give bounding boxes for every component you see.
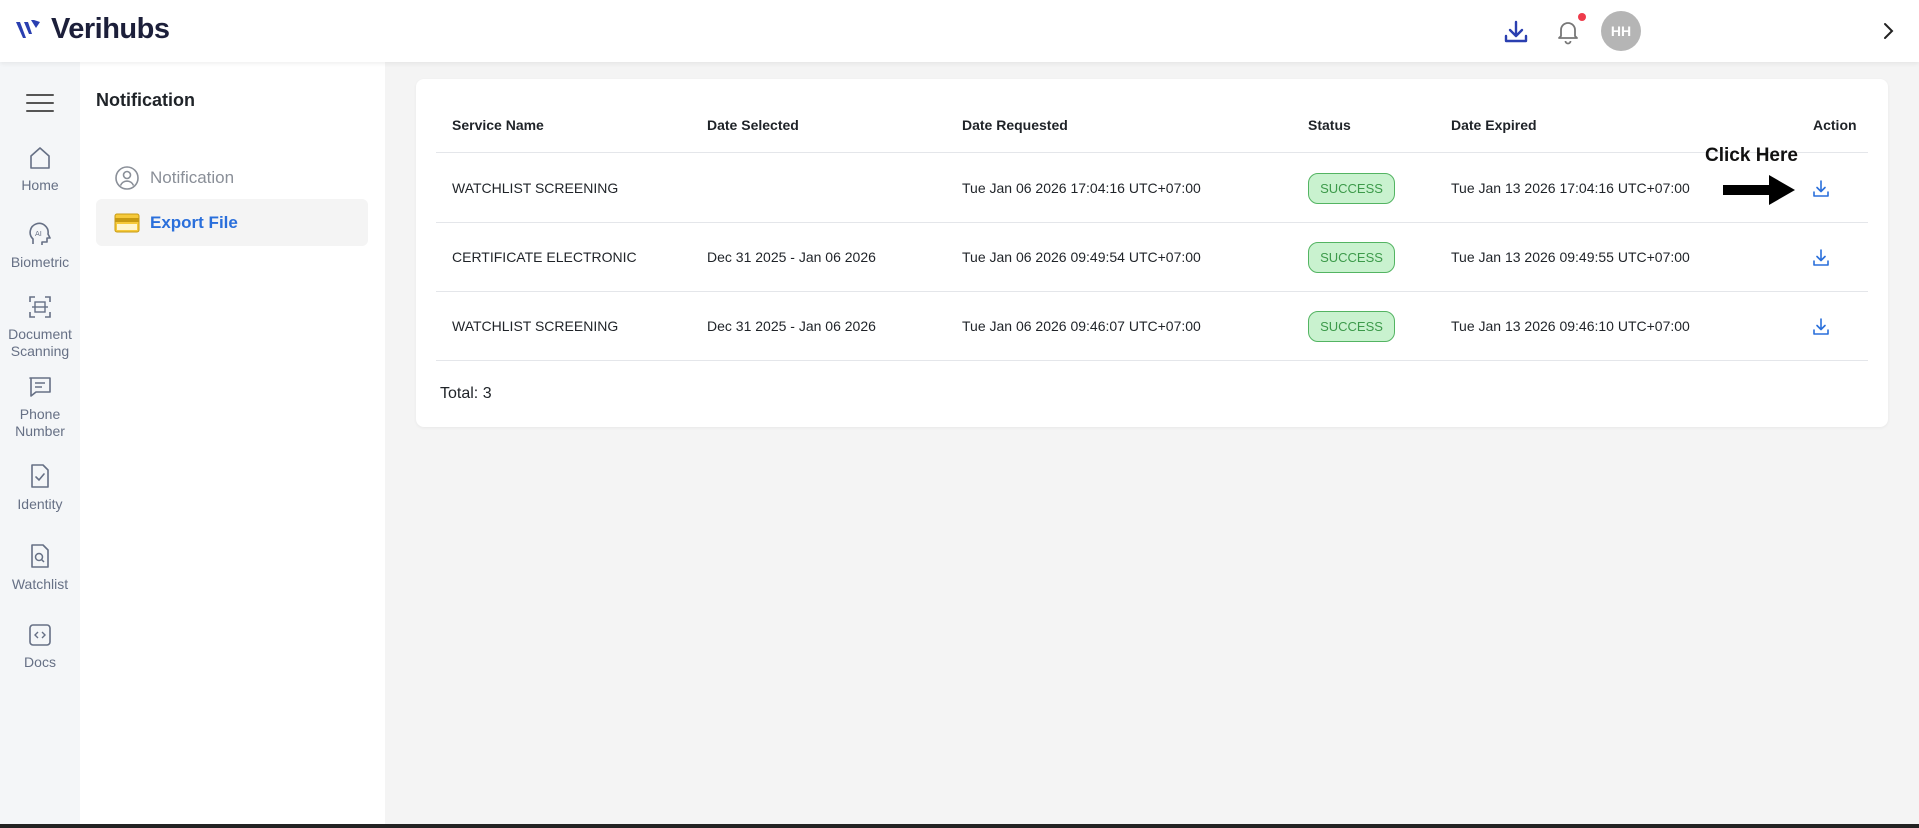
notification-sidebar: Notification Notification Export File <box>80 62 385 828</box>
col-date-selected: Date Selected <box>707 117 799 133</box>
download-icon[interactable] <box>1810 247 1832 269</box>
top-header: Verihubs HH <box>0 0 1919 62</box>
verihubs-logo-icon <box>16 19 40 38</box>
rail-item-phone-number[interactable]: Phone Number <box>0 374 80 440</box>
brand-name: Verihubs <box>51 13 170 45</box>
card-icon <box>114 213 140 232</box>
status-badge: SUCCESS <box>1308 242 1395 273</box>
rail-label: Home <box>21 177 59 193</box>
chevron-right-icon[interactable] <box>1877 20 1899 42</box>
status-badge: SUCCESS <box>1308 311 1395 342</box>
icon-rail: Home AI Biometric Document Scanning Phon… <box>0 62 80 828</box>
rail-item-document-scanning[interactable]: Document Scanning <box>0 294 80 360</box>
scan-icon <box>29 296 51 318</box>
total-count: Total: 3 <box>440 385 492 402</box>
sidebar-item-export-file[interactable]: Export File <box>96 199 368 246</box>
export-table-card: Service Name Date Selected Date Requeste… <box>416 79 1888 427</box>
date-selected: Dec 31 2025 - Jan 06 2026 <box>707 318 876 334</box>
sidebar-title: Notification <box>96 90 195 110</box>
rail-label: Biometric <box>10 254 70 270</box>
rail-label: Document <box>8 326 72 342</box>
svg-text:AI: AI <box>35 230 42 238</box>
id-check-icon <box>31 464 49 488</box>
rail-label: Identity <box>17 496 63 512</box>
date-requested: Tue Jan 06 2026 17:04:16 UTC+07:00 <box>962 180 1201 196</box>
rail-item-home[interactable]: Home <box>0 145 80 194</box>
rail-item-docs[interactable]: Docs <box>0 622 80 671</box>
rail-item-biometric[interactable]: AI Biometric <box>0 222 80 271</box>
date-requested: Tue Jan 06 2026 09:46:07 UTC+07:00 <box>962 318 1201 334</box>
date-expired: Tue Jan 13 2026 09:49:55 UTC+07:00 <box>1451 249 1690 265</box>
col-action: Action <box>1813 117 1857 133</box>
rail-label: Docs <box>24 654 56 670</box>
table-row: WATCHLIST SCREENING Tue Jan 06 2026 17:0… <box>436 154 1868 223</box>
service-name: CERTIFICATE ELECTRONIC <box>452 249 637 265</box>
arrow-right-icon <box>1723 175 1795 205</box>
click-here-annotation: Click Here <box>1705 145 1798 166</box>
user-circle-icon <box>115 165 139 190</box>
brand-logo[interactable]: Verihubs <box>15 13 170 46</box>
avatar[interactable]: HH <box>1601 11 1641 51</box>
col-service-name: Service Name <box>452 117 544 133</box>
download-icon[interactable] <box>1810 316 1832 338</box>
notification-dot <box>1578 13 1586 21</box>
rail-label: Scanning <box>10 343 70 359</box>
home-icon <box>30 147 50 169</box>
ai-head-icon: AI <box>29 222 51 245</box>
date-expired: Tue Jan 13 2026 09:46:10 UTC+07:00 <box>1451 318 1690 334</box>
service-name: WATCHLIST SCREENING <box>452 180 619 196</box>
col-date-requested: Date Requested <box>962 117 1068 133</box>
rail-label: Watchlist <box>11 576 69 592</box>
doc-search-icon <box>31 544 49 568</box>
col-date-expired: Date Expired <box>1451 117 1537 133</box>
status-badge: SUCCESS <box>1308 173 1395 204</box>
sidebar-item-notification[interactable]: Notification <box>96 154 368 201</box>
service-name: WATCHLIST SCREENING <box>452 318 619 334</box>
bottom-border <box>0 824 1919 828</box>
date-expired: Tue Jan 13 2026 17:04:16 UTC+07:00 <box>1451 180 1690 196</box>
bell-icon[interactable] <box>1554 17 1582 45</box>
table-header: Service Name Date Selected Date Requeste… <box>436 117 1868 153</box>
code-icon <box>29 624 51 646</box>
date-requested: Tue Jan 06 2026 09:49:54 UTC+07:00 <box>962 249 1201 265</box>
menu-icon[interactable] <box>25 92 55 114</box>
rail-item-identity[interactable]: Identity <box>0 462 80 513</box>
rail-item-watchlist[interactable]: Watchlist <box>0 542 80 593</box>
sidebar-item-label: Export File <box>150 212 238 232</box>
col-status: Status <box>1308 117 1351 133</box>
download-icon[interactable] <box>1810 178 1832 200</box>
date-selected: Dec 31 2025 - Jan 06 2026 <box>707 249 876 265</box>
table-row: CERTIFICATE ELECTRONIC Dec 31 2025 - Jan… <box>436 223 1868 292</box>
rail-label: Number <box>15 423 65 439</box>
message-icon <box>29 377 51 397</box>
table-row: WATCHLIST SCREENING Dec 31 2025 - Jan 06… <box>436 292 1868 361</box>
sidebar-item-label: Notification <box>150 167 235 187</box>
rail-label: Phone <box>19 406 61 422</box>
download-icon[interactable] <box>1502 18 1530 46</box>
